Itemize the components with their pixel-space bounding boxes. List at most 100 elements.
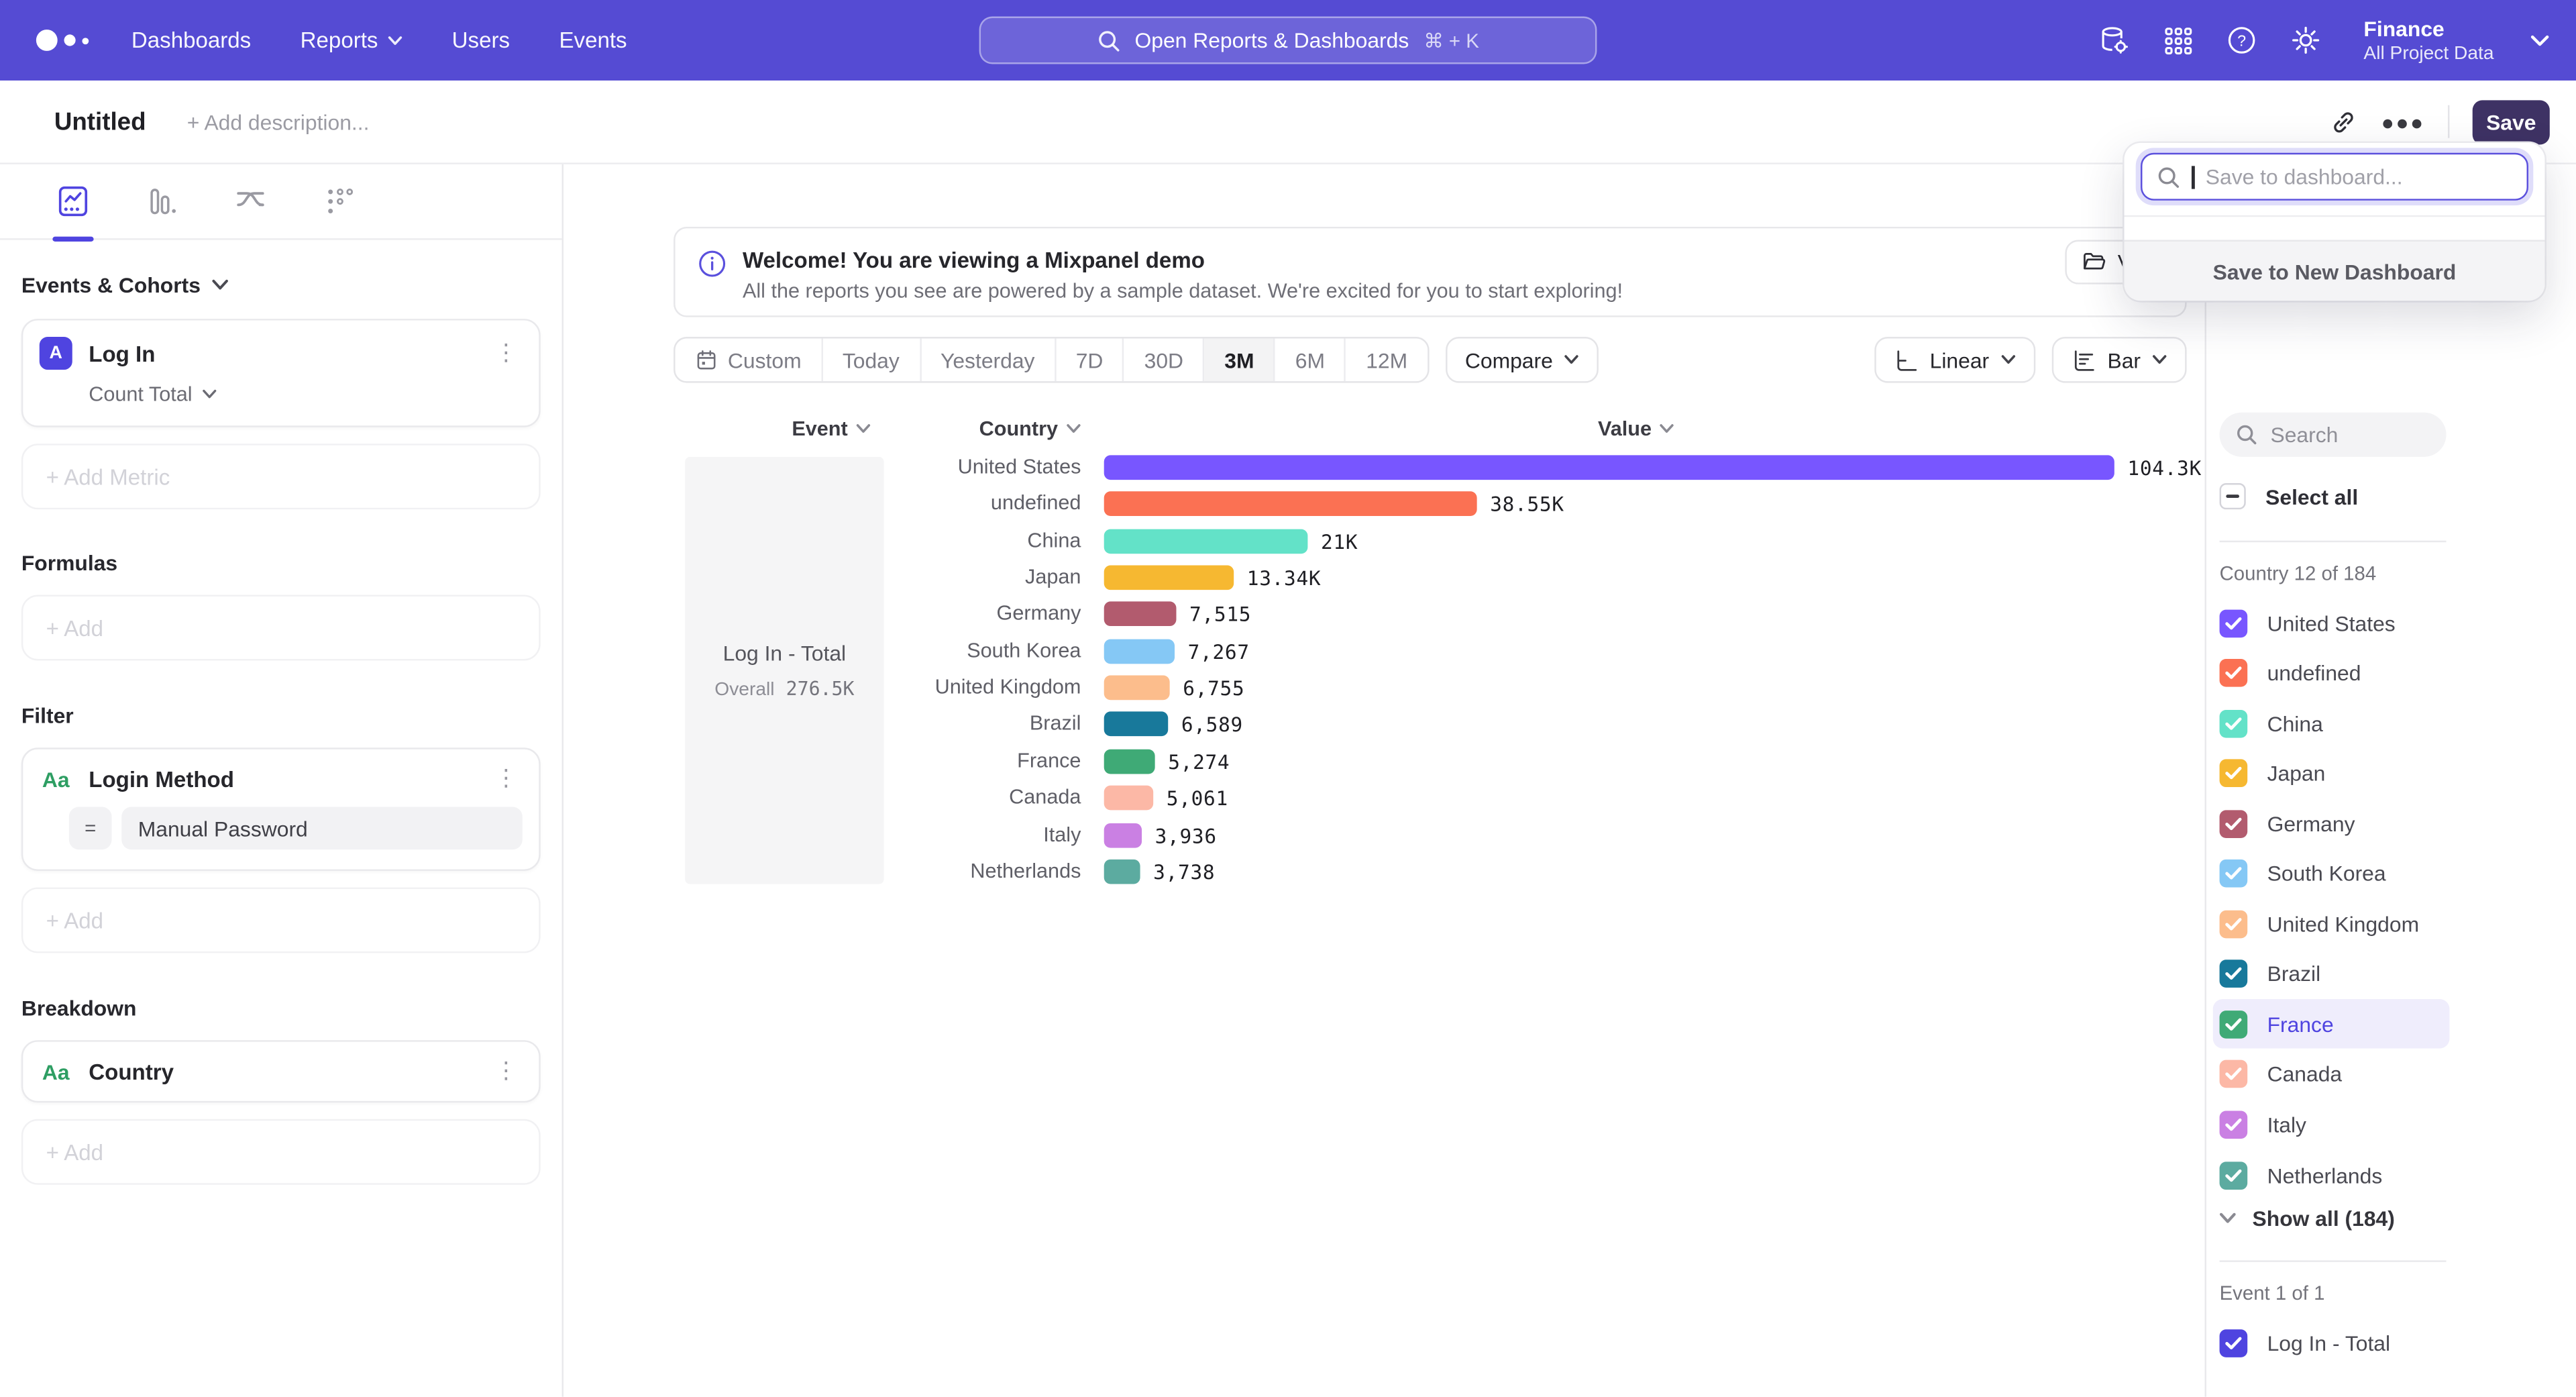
range-3m[interactable]: 3M [1205,338,1275,381]
legend-checkbox[interactable] [2220,709,2248,737]
legend-checkbox[interactable] [2220,910,2248,938]
legend-checkbox[interactable] [2220,1011,2248,1039]
nav-item-dashboards[interactable]: Dashboards [131,28,251,53]
bar-segment[interactable] [1104,823,1142,847]
scale-selector-button[interactable]: Linear [1874,337,2035,383]
legend-item-china[interactable]: China [2213,698,2450,747]
tab-funnels[interactable] [131,164,193,240]
project-selector[interactable]: Finance All Project Data [2363,17,2549,63]
bar-segment[interactable] [1104,859,1140,884]
add-breakdown-button[interactable]: + Add [21,1119,541,1185]
save-button[interactable]: Save [2473,99,2550,144]
legend-item-brazil[interactable]: Brazil [2213,949,2450,998]
more-options-icon[interactable]: ●●● [2381,109,2425,134]
metric-aggregation[interactable]: Count Total [89,383,523,406]
save-to-new-dashboard-button[interactable]: Save to New Dashboard [2125,240,2545,301]
select-all-checkbox[interactable] [2220,483,2246,509]
column-header-value[interactable]: Value [1549,414,1723,444]
legend-item-log-in-total[interactable]: Log In - Total [2213,1318,2450,1367]
filter-property-name[interactable]: Login Method [89,766,234,791]
filter-operator[interactable]: = [69,807,112,849]
legend-checkbox[interactable] [2220,1329,2248,1357]
legend-checkbox[interactable] [2220,1111,2248,1139]
legend-checkbox[interactable] [2220,1061,2248,1089]
report-title[interactable]: Untitled [54,107,146,136]
legend-checkbox[interactable] [2220,760,2248,788]
select-all-row[interactable]: Select all [2220,483,2359,509]
metric-kebab-icon[interactable]: ⋮ [490,340,523,366]
add-metric-button[interactable]: + Add Metric [21,444,541,509]
range-7d[interactable]: 7D [1056,338,1124,381]
gear-icon[interactable] [2290,24,2322,57]
legend-checkbox[interactable] [2220,860,2248,888]
bar-segment[interactable] [1104,566,1234,590]
column-header-country[interactable]: Country [943,414,1118,444]
legend-checkbox[interactable] [2220,659,2248,687]
legend-checkbox[interactable] [2220,609,2248,637]
column-header-event[interactable]: Event [744,414,918,444]
check-icon [2224,1117,2243,1132]
legend-search-input[interactable]: Search [2220,413,2447,457]
add-formula-button[interactable]: + Add [21,595,541,661]
bar-segment[interactable] [1104,602,1177,627]
bar-segment[interactable] [1104,712,1169,737]
range-custom[interactable]: Custom [676,338,823,381]
legend-checkbox[interactable] [2220,810,2248,838]
breakdown-card[interactable]: Aa Country ⋮ [21,1040,541,1102]
bar-segment[interactable] [1104,676,1170,701]
legend-checkbox[interactable] [2220,960,2248,988]
help-icon[interactable]: ? [2226,24,2259,57]
compare-button[interactable]: Compare [1445,337,1599,383]
bar-segment[interactable] [1104,492,1477,517]
range-12m[interactable]: 12M [1346,338,1428,381]
legend-item-united-kingdom[interactable]: United Kingdom [2213,899,2450,948]
range-yesterday[interactable]: Yesterday [921,338,1057,381]
tab-insights[interactable] [43,164,104,240]
metric-event-name[interactable]: Log In [89,341,155,366]
filter-value-field[interactable]: Manual Password [121,807,523,849]
save-dashboard-search-input[interactable]: Save to dashboard... [2141,153,2528,201]
add-description-field[interactable]: + Add description... [187,109,370,134]
legend-item-netherlands[interactable]: Netherlands [2213,1150,2450,1199]
legend-item-germany[interactable]: Germany [2213,799,2450,848]
check-icon [2224,666,2243,680]
copy-link-icon[interactable] [2330,107,2359,136]
apps-grid-icon[interactable] [2161,24,2194,57]
metric-card[interactable]: A Log In ⋮ Count Total [21,319,541,427]
nav-item-reports[interactable]: Reports [301,28,403,53]
range-6m[interactable]: 6M [1275,338,1346,381]
chart-type-button[interactable]: Bar [2051,337,2186,383]
nav-item-events[interactable]: Events [559,28,627,53]
legend-item-canada[interactable]: Canada [2213,1050,2450,1099]
range-30d[interactable]: 30D [1124,338,1205,381]
data-pipeline-icon[interactable] [2098,24,2131,57]
breakdown-property-name[interactable]: Country [89,1059,174,1084]
bar-row-canada: Canada5,061 [564,781,2205,817]
filter-kebab-icon[interactable]: ⋮ [490,766,523,792]
legend-item-france[interactable]: France [2213,1000,2450,1049]
bar-segment[interactable] [1104,455,2114,480]
filter-card[interactable]: Aa Login Method ⋮ = Manual Password [21,747,541,871]
bar-segment[interactable] [1104,639,1175,664]
bar-segment[interactable] [1104,749,1155,774]
global-search-button[interactable]: Open Reports & Dashboards ⌘ + K [979,16,1597,64]
tab-retention[interactable] [309,164,370,240]
bar-segment[interactable] [1104,529,1308,554]
bar-segment[interactable] [1104,786,1153,811]
legend-item-italy[interactable]: Italy [2213,1100,2450,1149]
legend-item-south-korea[interactable]: South Korea [2213,849,2450,898]
legend-item-japan[interactable]: Japan [2213,749,2450,798]
tab-flows[interactable] [220,164,281,240]
chevron-down-icon [212,279,228,291]
legend-item-undefined[interactable]: undefined [2213,648,2450,697]
mixpanel-logo-icon[interactable] [36,30,89,51]
demo-banner: Welcome! You are viewing a Mixpanel demo… [674,227,2187,317]
show-all-button[interactable]: Show all (184) [2220,1206,2395,1231]
add-filter-button[interactable]: + Add [21,887,541,953]
events-cohorts-header[interactable]: Events & Cohorts [21,273,541,298]
legend-item-united-states[interactable]: United States [2213,598,2450,647]
range-today[interactable]: Today [822,338,920,381]
breakdown-kebab-icon[interactable]: ⋮ [490,1058,523,1084]
legend-checkbox[interactable] [2220,1161,2248,1189]
nav-item-users[interactable]: Users [452,28,510,53]
